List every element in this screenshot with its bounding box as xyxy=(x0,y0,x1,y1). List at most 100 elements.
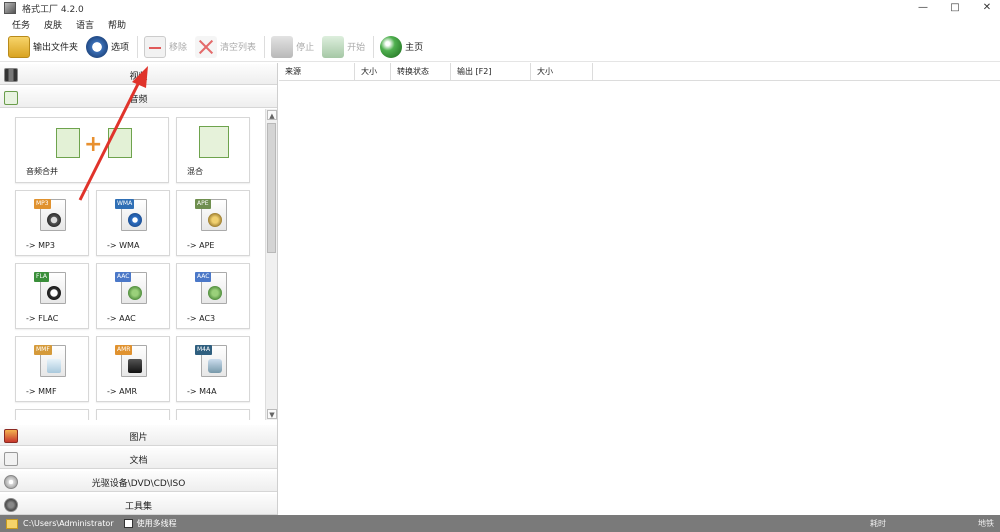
format-tag: MMF xyxy=(34,345,52,355)
tile-label: -> FLAC xyxy=(26,314,59,323)
clear-icon xyxy=(195,35,218,58)
tile-amr[interactable]: AMR -> AMR xyxy=(96,336,170,402)
format-tag: WMA xyxy=(115,199,135,209)
tile-mix[interactable]: 混合 xyxy=(176,117,250,183)
aac-glyph-icon xyxy=(128,286,142,300)
category-audio-label: 音频 xyxy=(129,95,148,105)
shutdown-label: 地铁 xyxy=(978,519,994,528)
status-bar: C:\Users\Administrator 使用多线程 耗时 地铁 xyxy=(0,515,1000,532)
menu-task[interactable]: 任务 xyxy=(12,18,30,31)
speaker-icon xyxy=(47,213,61,227)
output-folder-button[interactable]: 输出文件夹 xyxy=(8,34,78,60)
home-label: 主页 xyxy=(405,43,424,53)
menu-skin[interactable]: 皮肤 xyxy=(44,18,62,31)
tile-mp3[interactable]: MP3 -> MP3 xyxy=(15,190,89,256)
audio-merge-icon: + xyxy=(56,128,132,160)
tile-label: -> AC3 xyxy=(187,314,216,323)
multithread-checkbox[interactable] xyxy=(123,519,133,528)
tile-label: -> MP3 xyxy=(26,241,55,250)
clear-list-label: 清空列表 xyxy=(220,43,257,53)
mmf-glyph-icon xyxy=(47,359,61,373)
category-audio[interactable]: 音频 xyxy=(0,86,277,108)
category-picture[interactable]: 图片 xyxy=(0,424,277,446)
category-picture-label: 图片 xyxy=(129,433,148,443)
category-dvd-label: 光驱设备\DVD\CD\ISO xyxy=(91,479,186,489)
maximize-button[interactable]: □ xyxy=(948,0,962,16)
multithread-label: 使用多线程 xyxy=(136,519,177,528)
column-source[interactable]: 来源 xyxy=(279,63,355,81)
format-tag: M4A xyxy=(195,345,213,355)
tile-label: -> MMF xyxy=(26,387,57,396)
column-status[interactable]: 转换状态 xyxy=(391,63,451,81)
tile-aac[interactable]: AAC -> AAC xyxy=(96,263,170,329)
output-path[interactable]: C:\Users\Administrator xyxy=(23,519,114,528)
ape-glyph-icon xyxy=(208,213,222,227)
tile-label: -> APE xyxy=(187,241,215,250)
start-button[interactable]: 开始 xyxy=(322,34,365,60)
options-button[interactable]: 选项 xyxy=(86,34,129,60)
category-panel: 视频 音频 + 音频合并 混合 MP3 -> MP3 WMA -> WMA AP… xyxy=(0,63,278,515)
remove-label: 移除 xyxy=(169,43,188,53)
remove-button[interactable]: 移除 xyxy=(144,34,187,60)
menu-help[interactable]: 帮助 xyxy=(108,18,126,31)
tile-label: 音频合并 xyxy=(26,167,58,176)
stop-label: 停止 xyxy=(296,43,315,53)
category-video[interactable]: 视频 xyxy=(0,63,277,85)
audio-tile-grid: + 音频合并 混合 MP3 -> MP3 WMA -> WMA APE -> A… xyxy=(0,109,277,420)
tile-more[interactable] xyxy=(15,409,89,420)
app-icon xyxy=(4,2,16,14)
clear-list-button[interactable]: 清空列表 xyxy=(195,34,256,60)
tile-m4a[interactable]: M4A -> M4A xyxy=(176,336,250,402)
folder-icon xyxy=(8,35,30,58)
tile-more[interactable] xyxy=(176,409,250,420)
tile-ac3[interactable]: AAC -> AC3 xyxy=(176,263,250,329)
tile-wma[interactable]: WMA -> WMA xyxy=(96,190,170,256)
category-tools[interactable]: 工具集 xyxy=(0,493,277,515)
headphones-icon xyxy=(47,286,61,300)
tile-flac[interactable]: FLA -> FLAC xyxy=(15,263,89,329)
stop-button[interactable]: 停止 xyxy=(271,34,314,60)
ipod-icon xyxy=(208,359,222,373)
options-icon xyxy=(86,35,109,58)
tile-label: -> WMA xyxy=(107,241,140,250)
window-controls: — □ ✕ xyxy=(916,0,994,16)
category-tools-label: 工具集 xyxy=(124,502,152,512)
tile-ape[interactable]: APE -> APE xyxy=(176,190,250,256)
tile-scrollbar[interactable]: ▲ ▼ xyxy=(265,109,277,420)
options-label: 选项 xyxy=(111,43,130,53)
toolbar: 输出文件夹 选项 移除 清空列表 停止 开始 主页 xyxy=(0,32,1000,62)
task-list[interactable]: 来源 大小 转换状态 输出 [F2] 大小 xyxy=(279,63,1000,515)
minimize-button[interactable]: — xyxy=(916,0,930,16)
home-icon xyxy=(380,35,403,58)
category-video-label: 视频 xyxy=(129,72,148,82)
stop-icon xyxy=(271,35,294,58)
menu-bar: 任务 皮肤 语言 帮助 xyxy=(0,16,1000,32)
format-tag: AAC xyxy=(195,272,212,282)
tile-label: -> M4A xyxy=(187,387,217,396)
category-dvd[interactable]: 光驱设备\DVD\CD\ISO xyxy=(0,470,277,492)
home-button[interactable]: 主页 xyxy=(380,34,423,60)
menu-language[interactable]: 语言 xyxy=(76,18,94,31)
tile-audio-merge[interactable]: + 音频合并 xyxy=(15,117,169,183)
tile-label: -> AMR xyxy=(107,387,138,396)
column-output-size[interactable]: 大小 xyxy=(531,63,593,81)
toolbar-separator xyxy=(137,35,139,58)
scroll-up-arrow-icon[interactable]: ▲ xyxy=(267,110,277,120)
task-list-header: 来源 大小 转换状态 输出 [F2] 大小 xyxy=(279,63,1000,81)
format-tag: AMR xyxy=(115,345,133,355)
window-title: 格式工厂 4.2.0 xyxy=(22,4,84,15)
category-document[interactable]: 文档 xyxy=(0,447,277,469)
column-output[interactable]: 输出 [F2] xyxy=(451,63,531,81)
folder-icon[interactable] xyxy=(6,518,18,529)
close-button[interactable]: ✕ xyxy=(980,0,994,16)
tile-label: 混合 xyxy=(187,167,203,176)
output-folder-label: 输出文件夹 xyxy=(33,43,79,53)
scroll-down-arrow-icon[interactable]: ▼ xyxy=(267,409,277,419)
format-tag: AAC xyxy=(115,272,132,282)
scroll-thumb[interactable] xyxy=(267,123,276,253)
column-size[interactable]: 大小 xyxy=(355,63,391,81)
tile-more[interactable] xyxy=(96,409,170,420)
remove-icon xyxy=(144,35,167,58)
start-label: 开始 xyxy=(347,43,366,53)
tile-mmf[interactable]: MMF -> MMF xyxy=(15,336,89,402)
